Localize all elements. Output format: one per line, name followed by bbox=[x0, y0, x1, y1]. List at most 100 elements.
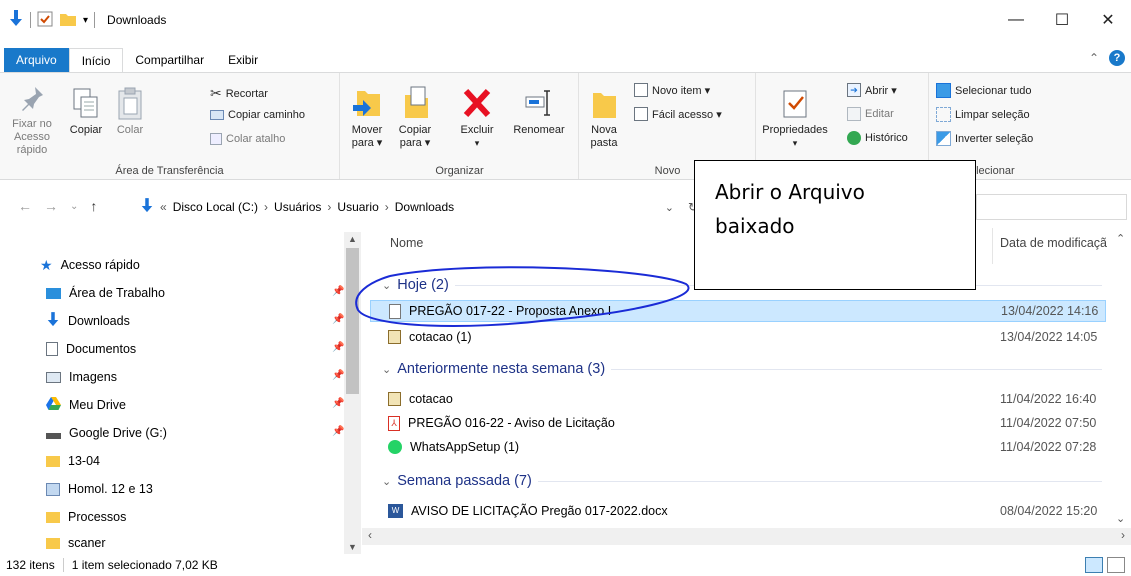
breadcrumb-item[interactable]: Usuários bbox=[274, 200, 321, 214]
list-item[interactable]: cotacao 11/04/2022 16:40 bbox=[370, 388, 1106, 410]
sidebar-item-quick-access[interactable]: ★ Acesso rápido bbox=[40, 254, 140, 276]
scroll-right-icon[interactable]: › bbox=[1121, 528, 1125, 542]
properties-dropdown-icon[interactable]: ▾ bbox=[757, 137, 833, 150]
sidebar-item-desktop[interactable]: Área de Trabalho bbox=[46, 282, 165, 304]
collapse-ribbon-icon[interactable]: ⌃ bbox=[1089, 51, 1099, 65]
maximize-button[interactable]: ☐ bbox=[1039, 0, 1085, 40]
pin-icon[interactable]: 📌 bbox=[332, 342, 344, 353]
large-icons-view-icon[interactable] bbox=[1107, 557, 1125, 573]
chevron-right-icon[interactable]: › bbox=[385, 200, 389, 214]
properties-check-icon[interactable] bbox=[37, 11, 53, 30]
delete-icon bbox=[463, 88, 491, 118]
select-none-button[interactable]: Limpar seleção bbox=[936, 107, 1030, 122]
copy-to-button[interactable]: Copiar para ▾ bbox=[393, 85, 437, 150]
easy-access-label: Fácil acesso ▾ bbox=[652, 108, 722, 121]
tab-file[interactable]: Arquivo bbox=[4, 48, 69, 72]
sidebar-item-folder[interactable]: Homol. 12 e 13 bbox=[46, 478, 153, 500]
pin-icon[interactable]: 📌 bbox=[332, 286, 344, 297]
close-button[interactable]: ✕ bbox=[1085, 0, 1131, 40]
list-item[interactable]: ⅄ PREGÃO 016-22 - Aviso de Licitação 11/0… bbox=[370, 412, 1106, 434]
invert-selection-button[interactable]: Inverter seleção bbox=[936, 131, 1033, 146]
file-list-scrollbar[interactable]: ⌃ ⌄ bbox=[1112, 232, 1131, 532]
back-arrow-icon[interactable]: ← bbox=[18, 198, 32, 214]
group-header[interactable]: ⌄ Anteriormente nesta semana (3) bbox=[382, 358, 1102, 380]
delete-button[interactable]: Excluir ▾ bbox=[451, 85, 503, 150]
customize-dropdown-icon[interactable]: ▾ bbox=[83, 15, 88, 26]
sidebar-item-folder[interactable]: 13-04 bbox=[46, 450, 100, 472]
move-to-button[interactable]: Mover para ▾ bbox=[345, 85, 389, 150]
new-folder-label: Nova pasta bbox=[590, 124, 618, 149]
sidebar-item-documents[interactable]: Documentos bbox=[46, 338, 136, 360]
sidebar-item-my-drive[interactable]: Meu Drive bbox=[46, 394, 126, 416]
sidebar-item-images[interactable]: Imagens bbox=[46, 366, 117, 388]
pin-icon bbox=[22, 87, 43, 111]
tab-home[interactable]: Início bbox=[68, 47, 124, 73]
properties-button[interactable]: Propriedades ▾ bbox=[757, 85, 833, 150]
copy-button[interactable]: Copiar bbox=[66, 87, 106, 137]
group-header[interactable]: ⌄ Semana passada (7) bbox=[382, 470, 1102, 492]
select-none-icon bbox=[936, 107, 951, 122]
paste-button[interactable]: Colar bbox=[110, 87, 150, 137]
download-icon bbox=[140, 197, 154, 217]
minimize-button[interactable]: — bbox=[993, 0, 1039, 40]
chevron-right-icon[interactable]: › bbox=[264, 200, 268, 214]
history-label: Histórico bbox=[865, 132, 908, 144]
pin-icon[interactable]: 📌 bbox=[332, 314, 344, 325]
scroll-left-icon[interactable]: ‹ bbox=[368, 528, 372, 542]
list-item[interactable]: W AVISO DE LICITAÇÃO Pregão 017-2022.docx… bbox=[370, 500, 1106, 522]
new-folder-icon[interactable] bbox=[59, 11, 77, 30]
forward-arrow-icon[interactable]: → bbox=[44, 198, 58, 214]
file-name: AVISO DE LICITAÇÃO Pregão 017-2022.docx bbox=[411, 504, 668, 518]
column-divider[interactable] bbox=[992, 228, 993, 264]
scroll-up-icon[interactable]: ▲ bbox=[348, 234, 357, 244]
details-view-icon[interactable] bbox=[1085, 557, 1103, 573]
sidebar-item-label: Homol. 12 e 13 bbox=[68, 482, 153, 496]
pin-icon[interactable]: 📌 bbox=[332, 370, 344, 381]
breadcrumb-item[interactable]: Disco Local (C:) bbox=[173, 200, 258, 214]
breadcrumb-item[interactable]: Downloads bbox=[395, 200, 454, 214]
scroll-down-icon[interactable]: ⌄ bbox=[1116, 512, 1125, 525]
sidebar-item-folder[interactable]: scaner bbox=[46, 532, 106, 554]
breadcrumb-item[interactable]: Usuario bbox=[337, 200, 378, 214]
column-header-name[interactable]: Nome bbox=[390, 236, 423, 250]
column-header-date[interactable]: Data de modificaçã bbox=[1000, 236, 1107, 250]
paste-shortcut-button[interactable]: Colar atalho bbox=[210, 133, 285, 145]
tab-share[interactable]: Compartilhar bbox=[123, 48, 216, 72]
new-item-button[interactable]: Novo item ▾ bbox=[634, 83, 710, 97]
scroll-down-icon[interactable]: ▼ bbox=[348, 542, 357, 552]
recent-dropdown-icon[interactable]: ⌄ bbox=[70, 201, 78, 212]
paste-shortcut-icon bbox=[210, 133, 222, 145]
open-button[interactable]: ➔ Abrir ▾ bbox=[847, 83, 897, 97]
list-item[interactable]: WhatsAppSetup (1) 11/04/2022 07:28 bbox=[370, 436, 1106, 458]
download-icon[interactable] bbox=[8, 9, 24, 31]
search-input[interactable] bbox=[976, 194, 1127, 220]
cut-button[interactable]: ✂ Recortar bbox=[210, 85, 268, 102]
scroll-up-icon[interactable]: ⌃ bbox=[1116, 232, 1125, 245]
pin-icon[interactable]: 📌 bbox=[332, 426, 344, 437]
divider bbox=[537, 480, 1102, 482]
new-folder-button[interactable]: Nova pasta bbox=[584, 85, 624, 150]
edit-button[interactable]: Editar bbox=[847, 107, 894, 121]
pin-icon[interactable]: 📌 bbox=[332, 398, 344, 409]
horizontal-scrollbar[interactable]: ‹ › bbox=[362, 528, 1131, 545]
select-none-label: Limpar seleção bbox=[955, 108, 1030, 121]
address-dropdown-icon[interactable]: ⌄ bbox=[665, 201, 674, 214]
sidebar-item-downloads[interactable]: Downloads bbox=[46, 310, 130, 332]
help-icon[interactable]: ? bbox=[1109, 50, 1125, 66]
history-button[interactable]: Histórico bbox=[847, 131, 908, 145]
rename-button[interactable]: Renomear bbox=[509, 85, 569, 137]
file-date: 08/04/2022 15:20 bbox=[1000, 504, 1098, 518]
copy-path-button[interactable]: Copiar caminho bbox=[210, 109, 305, 121]
breadcrumb-overflow[interactable]: « bbox=[160, 200, 167, 214]
select-all-button[interactable]: Selecionar tudo bbox=[936, 83, 1031, 98]
pin-quick-access-button[interactable]: Fixar no Acesso rápido bbox=[2, 85, 62, 157]
delete-dropdown-icon[interactable]: ▾ bbox=[451, 137, 503, 150]
tab-view[interactable]: Exibir bbox=[216, 48, 270, 72]
chevron-right-icon[interactable]: › bbox=[327, 200, 331, 214]
sidebar-item-folder[interactable]: Processos bbox=[46, 506, 126, 528]
address-bar[interactable]: « Disco Local (C:) › Usuários › Usuario … bbox=[140, 194, 704, 220]
easy-access-button[interactable]: Fácil acesso ▾ bbox=[634, 107, 722, 121]
up-arrow-icon[interactable]: ↑ bbox=[90, 198, 97, 214]
sidebar-item-google-drive[interactable]: Google Drive (G:) bbox=[46, 422, 167, 444]
sidebar-item-label: Processos bbox=[68, 510, 127, 524]
